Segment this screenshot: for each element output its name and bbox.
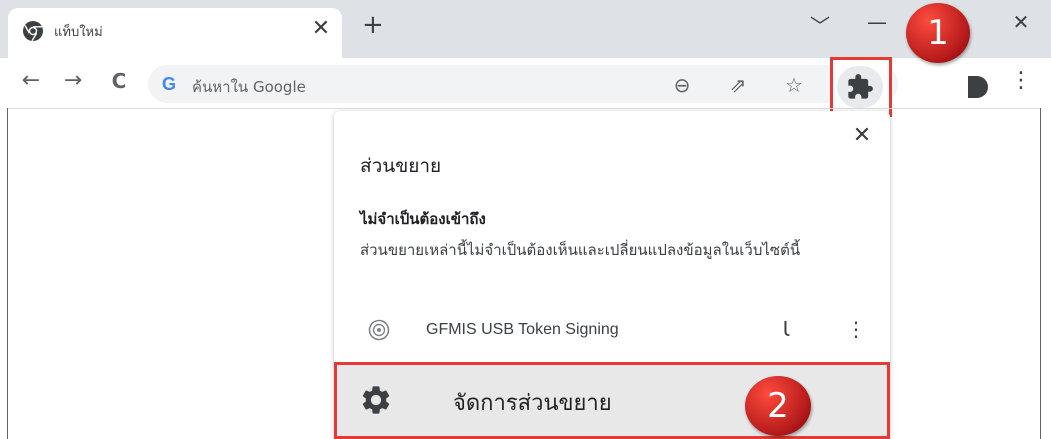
- manage-extensions-label: จัดการส่วนขยาย: [453, 391, 612, 416]
- tab-title: แท็บใหม่: [54, 25, 103, 40]
- toolbar-divider: [7, 108, 1041, 109]
- pin-icon[interactable]: Ꙇ: [774, 317, 798, 341]
- popup-close-icon[interactable]: ✕: [850, 123, 874, 148]
- share-icon[interactable]: ⇗: [724, 73, 752, 97]
- page-border-right: [1040, 108, 1041, 439]
- step-badge-2: 2: [745, 376, 811, 436]
- section-description: ส่วนขยายเหล่านี้ไม่จำเป็นต้องเห็นและเปลี…: [360, 241, 801, 259]
- extension-swirl-icon: [368, 319, 390, 341]
- new-tab-button[interactable]: +: [362, 12, 384, 38]
- omnibox-placeholder: ค้นหาใน Google: [192, 78, 306, 96]
- title-bar: แท็บใหม่ ✕ + ﹀ — ❐ ✕: [0, 0, 1051, 58]
- tab-search-chevron-down-icon[interactable]: ﹀: [800, 10, 840, 39]
- step-badge-1: 1: [906, 3, 970, 63]
- zoom-icon[interactable]: ⊖: [668, 73, 696, 97]
- google-logo-icon: G: [162, 74, 177, 94]
- tab-new-tab[interactable]: แท็บใหม่ ✕: [8, 8, 342, 58]
- chrome-icon: [23, 21, 43, 42]
- close-window-button[interactable]: ✕: [1001, 10, 1041, 34]
- bookmark-star-icon[interactable]: ☆: [780, 73, 808, 97]
- chrome-menu-button[interactable]: ⋮: [1008, 68, 1034, 93]
- tab-close-icon[interactable]: ✕: [308, 16, 334, 41]
- section-title: ไม่จำเป็นต้องเข้าถึง: [360, 210, 486, 228]
- gear-icon: [362, 386, 390, 414]
- reload-button[interactable]: C: [104, 68, 134, 94]
- extensions-button-highlight: [837, 66, 883, 108]
- omnibox[interactable]: G ค้นหาใน Google ⊖ ⇗ ☆: [148, 65, 898, 103]
- minimize-button[interactable]: —: [857, 10, 897, 34]
- back-button[interactable]: ←: [16, 68, 46, 94]
- extension-menu-icon[interactable]: ⋮: [846, 317, 866, 341]
- extension-name: GFMIS USB Token Signing: [426, 321, 619, 338]
- forward-button[interactable]: →: [58, 68, 88, 94]
- page-border-left: [7, 108, 8, 439]
- popup-title: ส่วนขยาย: [360, 155, 442, 177]
- profile-avatar[interactable]: [968, 76, 988, 98]
- toolbar: ← → C G ค้นหาใน Google ⊖ ⇗ ☆ ⋮: [0, 57, 1051, 117]
- puzzle-icon: [848, 74, 873, 99]
